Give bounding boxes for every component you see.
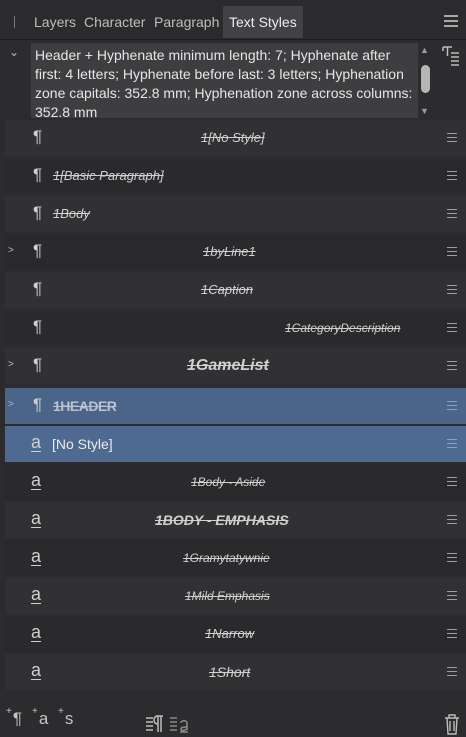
style-name: 1Body: [53, 206, 90, 221]
expand-chevron-icon[interactable]: >: [8, 359, 14, 370]
row-menu-icon[interactable]: [447, 401, 457, 410]
style-name: 1byLine1: [203, 244, 256, 259]
text-style-options-icon[interactable]: [441, 45, 461, 67]
panel-menu-icon[interactable]: [444, 15, 458, 27]
row-menu-icon[interactable]: [447, 629, 457, 638]
style-row[interactable]: ¶ 1CategoryDescription: [5, 310, 466, 346]
paragraph-style-icon: ¶: [33, 317, 43, 336]
tab-layers[interactable]: Layers: [34, 6, 76, 38]
row-menu-icon[interactable]: [447, 439, 457, 448]
style-name: 1Mild Emphasis: [185, 589, 270, 603]
row-menu-icon[interactable]: [447, 361, 457, 370]
apply-character-style-icon[interactable]: [168, 711, 190, 737]
style-row[interactable]: ¶ 1[Basic Paragraph]: [5, 158, 466, 194]
style-name: 1Gramytatywnie: [183, 551, 270, 565]
paragraph-style-icon: ¶: [33, 395, 43, 414]
apply-paragraph-style-icon[interactable]: [144, 711, 166, 737]
style-row[interactable]: > ¶ 1byLine1: [5, 234, 466, 270]
expand-chevron-icon[interactable]: >: [8, 245, 14, 256]
row-menu-icon[interactable]: [447, 667, 457, 676]
character-style-icon: a: [31, 470, 42, 490]
row-menu-icon[interactable]: [447, 133, 457, 142]
add-character-style-button[interactable]: +a: [32, 706, 48, 735]
panel-grip[interactable]: [14, 16, 15, 28]
trash-icon[interactable]: [444, 711, 460, 737]
row-menu-icon[interactable]: [447, 209, 457, 218]
style-row[interactable]: a 1Gramytatywnie: [5, 540, 466, 576]
paragraph-style-icon: ¶: [33, 279, 43, 298]
character-style-icon: a: [31, 660, 42, 680]
style-row[interactable]: a 1Narrow: [5, 616, 466, 652]
paragraph-style-icon: ¶: [33, 355, 43, 374]
style-description-text: Header + Hyphenate minimum length: 7; Hy…: [31, 43, 418, 118]
style-name: 1GameList: [187, 357, 269, 374]
style-name: 1Caption: [201, 282, 254, 297]
style-name: [No Style]: [52, 436, 113, 452]
paragraph-style-icon: ¶: [33, 165, 43, 184]
row-menu-icon[interactable]: [447, 247, 457, 256]
style-row[interactable]: a 1Short: [5, 654, 466, 690]
add-paragraph-style-button[interactable]: +¶: [6, 706, 22, 735]
style-row[interactable]: ¶ 1[No Style]: [5, 120, 466, 156]
row-menu-icon[interactable]: [447, 323, 457, 332]
style-name: 1[No Style]: [201, 130, 265, 145]
bottom-toolbar: +¶ +a +s: [0, 705, 466, 737]
row-menu-icon[interactable]: [447, 553, 457, 562]
tab-character[interactable]: Character: [84, 6, 145, 38]
style-name: 1BODY - EMPHASIS: [155, 512, 289, 528]
style-name: 1Short: [209, 664, 251, 680]
character-style-icon: a: [31, 584, 42, 604]
row-menu-icon[interactable]: [447, 591, 457, 600]
scroll-thumb[interactable]: [421, 65, 430, 93]
row-menu-icon[interactable]: [447, 515, 457, 524]
row-menu-icon[interactable]: [447, 285, 457, 294]
style-row[interactable]: a 1BODY - EMPHASIS: [5, 502, 466, 538]
style-name: 1Narrow: [205, 626, 255, 641]
tab-bar: Layers Character Paragraph Text Styles: [0, 0, 466, 40]
paragraph-style-icon: ¶: [33, 203, 43, 222]
style-row[interactable]: a 1Mild Emphasis: [5, 578, 466, 614]
tab-paragraph[interactable]: Paragraph: [154, 6, 219, 38]
character-style-icon: a: [31, 508, 42, 528]
scroll-down-icon[interactable]: ▼: [420, 106, 429, 116]
style-row[interactable]: a 1Body - Aside: [5, 464, 466, 500]
style-name: 1CategoryDescription: [285, 321, 401, 335]
collapse-chevron-icon[interactable]: ⌄: [9, 45, 19, 59]
style-row[interactable]: ¶ 1Caption: [5, 272, 466, 308]
style-name: 1Body - Aside: [191, 475, 266, 489]
character-style-icon: a: [31, 546, 42, 566]
scroll-up-icon[interactable]: ▲: [420, 45, 429, 55]
style-row-selected[interactable]: > ¶ 1HEADER: [5, 388, 466, 424]
style-row[interactable]: ¶ 1Body: [5, 196, 466, 232]
expand-chevron-icon[interactable]: >: [8, 399, 14, 410]
paragraph-style-icon: ¶: [33, 241, 43, 260]
description-scrollbar[interactable]: ▲ ▼: [419, 43, 433, 118]
style-name: 1HEADER: [53, 398, 117, 414]
style-description: ⌄ Header + Hyphenate minimum length: 7; …: [0, 41, 466, 119]
add-group-style-button[interactable]: +s: [58, 706, 73, 735]
style-name: 1[Basic Paragraph]: [53, 168, 164, 183]
style-row-selected[interactable]: a [No Style]: [5, 426, 466, 462]
paragraph-style-icon: ¶: [33, 127, 43, 146]
character-style-icon: a: [31, 622, 42, 642]
row-menu-icon[interactable]: [447, 171, 457, 180]
tab-text-styles[interactable]: Text Styles: [223, 6, 303, 38]
row-menu-icon[interactable]: [447, 477, 457, 486]
style-row[interactable]: > ¶ 1GameList: [5, 348, 466, 384]
character-style-icon: a: [31, 432, 42, 452]
